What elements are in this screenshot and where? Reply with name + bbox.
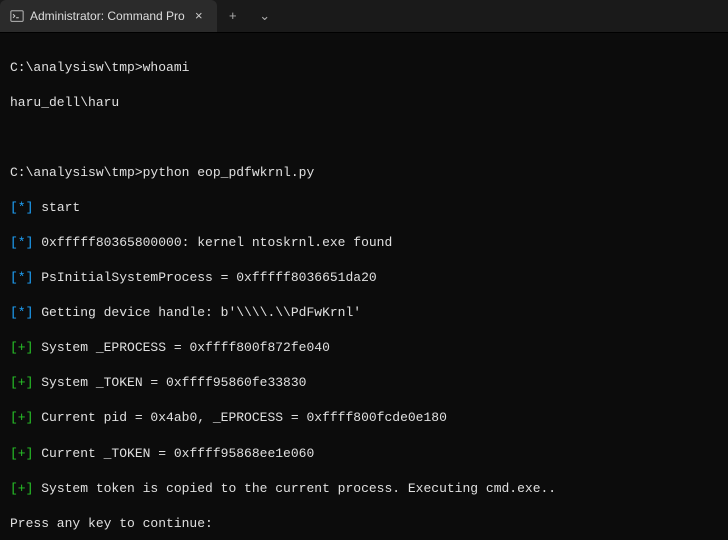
tab-dropdown-button[interactable]: ⌄ (249, 0, 281, 32)
plus-tag: [+] (10, 410, 33, 425)
star-tag: [*] (10, 235, 33, 250)
plus-tag: [+] (10, 446, 33, 461)
output-line: start (41, 200, 80, 215)
window-titlebar: Administrator: Command Pro × + ⌄ (0, 0, 728, 33)
star-tag: [*] (10, 200, 33, 215)
output-line: haru_dell\haru (10, 94, 718, 112)
command-text: whoami (143, 60, 190, 75)
star-tag: [*] (10, 305, 33, 320)
output-line: 0xfffff80365800000: kernel ntoskrnl.exe … (41, 235, 392, 250)
plus-tag: [+] (10, 481, 33, 496)
output-line: Press any key to continue: (10, 515, 718, 533)
prompt: C:\analysisw\tmp> (10, 60, 143, 75)
tab-active[interactable]: Administrator: Command Pro × (0, 0, 217, 32)
terminal-icon (10, 9, 24, 23)
output-line: System token is copied to the current pr… (41, 481, 556, 496)
plus-tag: [+] (10, 340, 33, 355)
tab-title: Administrator: Command Pro (30, 9, 185, 23)
plus-tag: [+] (10, 375, 33, 390)
output-line: Current pid = 0x4ab0, _EPROCESS = 0xffff… (41, 410, 447, 425)
output-line: System _EPROCESS = 0xffff800f872fe040 (41, 340, 330, 355)
output-line: Getting device handle: b'\\\\.\\PdFwKrnl… (41, 305, 361, 320)
new-tab-button[interactable]: + (217, 0, 249, 32)
prompt: C:\analysisw\tmp> (10, 165, 143, 180)
tab-close-button[interactable]: × (191, 8, 207, 24)
output-line: Current _TOKEN = 0xffff95868ee1e060 (41, 446, 314, 461)
output-line: PsInitialSystemProcess = 0xfffff8036651d… (41, 270, 376, 285)
output-line: System _TOKEN = 0xffff95860fe33830 (41, 375, 306, 390)
command-text: python eop_pdfwkrnl.py (143, 165, 315, 180)
terminal-output[interactable]: C:\analysisw\tmp>whoami haru_dell\haru C… (0, 33, 728, 540)
star-tag: [*] (10, 270, 33, 285)
